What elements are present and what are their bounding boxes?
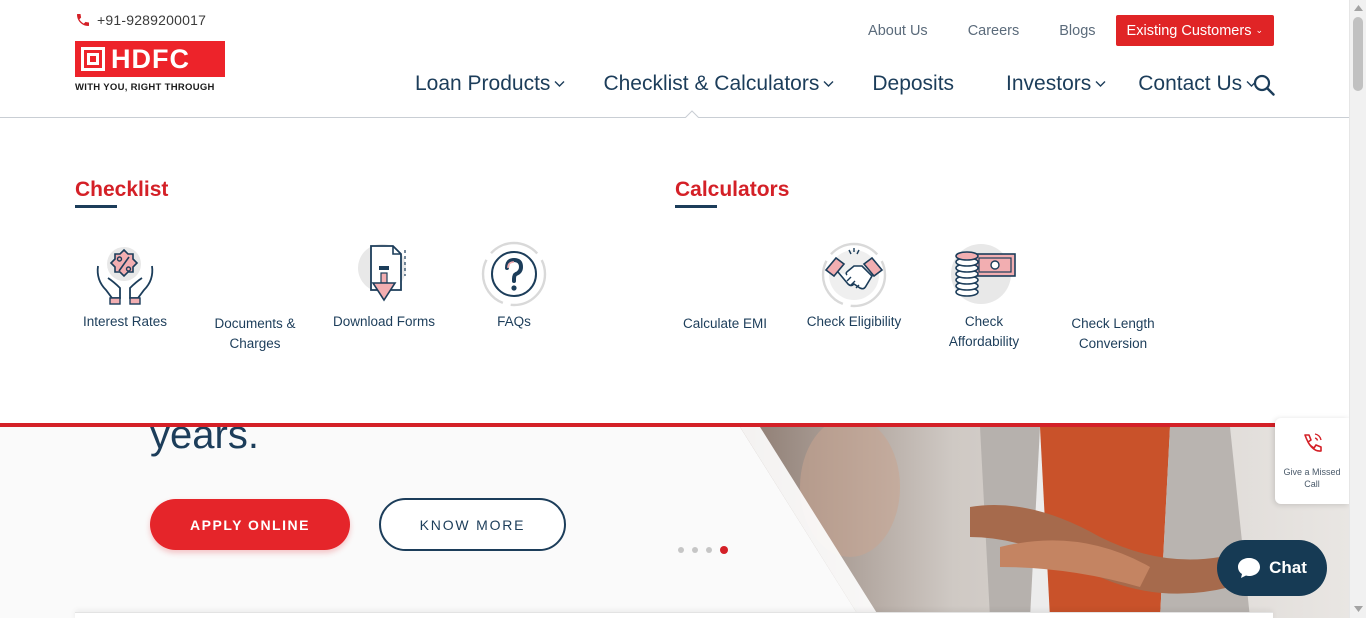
chat-label: Chat xyxy=(1269,558,1307,577)
tile-label: Download Forms xyxy=(332,314,436,329)
nav-contact-us[interactable]: Contact Us xyxy=(1138,72,1257,96)
carousel-dot[interactable] xyxy=(678,547,684,553)
scrollbar-thumb[interactable] xyxy=(1353,17,1363,91)
chevron-down-icon: ⌄ xyxy=(1255,25,1263,35)
missed-call-widget[interactable]: Give a Missed Call xyxy=(1275,418,1349,504)
documents-charges-link[interactable]: Documents & Charges xyxy=(200,240,310,354)
nav-label: Contact Us xyxy=(1138,72,1243,95)
hdfc-mark-icon xyxy=(81,47,105,71)
download-forms-link[interactable]: Download Forms xyxy=(329,240,439,332)
missed-call-label: Give a Missed Call xyxy=(1283,467,1341,489)
search-icon[interactable] xyxy=(1253,74,1275,96)
check-length-conversion-link[interactable]: Check Length Conversion xyxy=(1058,240,1168,354)
site-header: +91-9289200017 HDFC WITH YOU, RIGHT THRO… xyxy=(0,0,1349,119)
tile-label: Documents & Charges xyxy=(214,316,296,351)
chevron-down-icon xyxy=(554,80,565,88)
about-us-link[interactable]: About Us xyxy=(868,16,928,46)
tile-label: FAQs xyxy=(497,314,531,329)
calculate-emi-link[interactable]: Calculate EMI xyxy=(670,240,780,334)
phone-ring-icon xyxy=(1304,433,1322,452)
phone-number-link[interactable]: +91-9289200017 xyxy=(75,12,206,28)
nav-loan-products[interactable]: Loan Products xyxy=(415,72,565,96)
nav-label: Checklist & Calculators xyxy=(603,72,820,95)
tile-label: Check Affordability xyxy=(948,314,1020,349)
download-document-icon xyxy=(358,244,406,302)
content-card xyxy=(75,612,1273,618)
hdfc-logo[interactable]: HDFC WITH YOU, RIGHT THROUGH xyxy=(75,41,225,93)
page-scrollbar[interactable] xyxy=(1349,0,1366,618)
nav-deposits[interactable]: Deposits xyxy=(872,72,954,96)
logo-brand: HDFC xyxy=(111,43,190,74)
nav-label: Investors xyxy=(1006,72,1092,95)
blogs-link[interactable]: Blogs xyxy=(1059,16,1095,46)
nav-investors[interactable]: Investors xyxy=(1006,72,1106,96)
hero-banner: years. APPLY ONLINE KNOW MORE xyxy=(0,427,1349,618)
apply-online-button[interactable]: APPLY ONLINE xyxy=(150,499,350,550)
checklist-heading: Checklist xyxy=(75,178,169,201)
tile-label: Check Length Conversion xyxy=(1071,316,1155,351)
scroll-down-arrow-icon[interactable] xyxy=(1354,606,1363,612)
main-nav: Loan Products Checklist & Calculators De… xyxy=(415,72,1309,96)
carousel-dot[interactable] xyxy=(692,547,698,553)
chevron-down-icon xyxy=(1095,80,1106,88)
existing-customers-label: Existing Customers xyxy=(1126,22,1252,39)
nav-checklist-calculators[interactable]: Checklist & Calculators xyxy=(603,72,834,96)
carousel-dot[interactable] xyxy=(706,547,712,553)
existing-customers-button[interactable]: Existing Customers ⌄ xyxy=(1115,15,1274,46)
calculators-heading: Calculators xyxy=(675,178,790,201)
scroll-up-arrow-icon[interactable] xyxy=(1354,5,1363,11)
know-more-button[interactable]: KNOW MORE xyxy=(379,498,566,551)
interest-rates-link[interactable]: Interest Rates xyxy=(70,240,180,332)
handshake-icon xyxy=(821,242,887,308)
chevron-down-icon xyxy=(823,80,834,88)
check-eligibility-link[interactable]: Check Eligibility xyxy=(799,240,909,332)
logo-tagline: WITH YOU, RIGHT THROUGH xyxy=(75,82,215,93)
tile-label: Interest Rates xyxy=(82,314,168,329)
phone-text: +91-9289200017 xyxy=(97,12,207,28)
chat-bubble-icon xyxy=(1238,558,1261,578)
tile-label: Calculate EMI xyxy=(682,316,768,331)
faqs-link[interactable]: FAQs xyxy=(459,240,569,332)
question-mark-icon xyxy=(481,241,547,307)
check-affordability-link[interactable]: Check Affordability xyxy=(929,240,1039,352)
heading-underline xyxy=(75,205,117,208)
hero-title: years. xyxy=(150,427,259,457)
phone-icon xyxy=(77,14,89,26)
carousel-dots xyxy=(678,546,728,554)
nav-label: Deposits xyxy=(872,72,955,95)
top-links: About Us Careers Blogs Existing Customer… xyxy=(868,15,1274,46)
carousel-dot-active[interactable] xyxy=(720,546,728,554)
nav-label: Loan Products xyxy=(415,72,551,95)
heading-underline xyxy=(675,205,717,208)
hands-percent-icon xyxy=(96,247,154,305)
coins-banknote-icon xyxy=(951,244,1016,304)
tile-label: Check Eligibility xyxy=(806,314,902,329)
checklist-calculators-menu: Checklist Calculators Interest Rates Doc… xyxy=(0,118,1349,424)
chat-button[interactable]: Chat xyxy=(1217,540,1327,596)
careers-link[interactable]: Careers xyxy=(968,16,1020,46)
